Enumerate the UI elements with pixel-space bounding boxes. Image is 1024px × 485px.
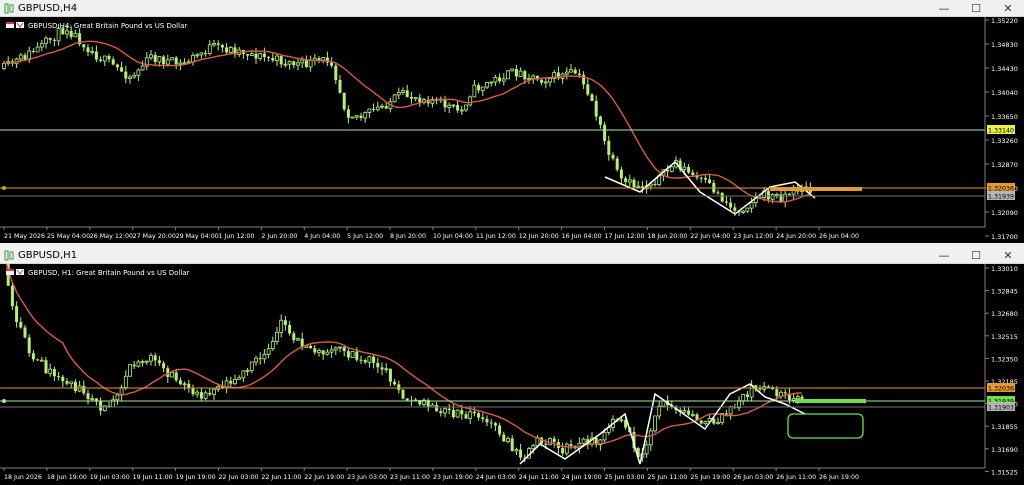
price-chart-h1[interactable]: GBPUSD, H1: Great Britain Pound vs US Do… [0,264,1024,485]
close-button[interactable]: ✕ [992,0,1024,16]
time-tick-label: 23 Jun 03:00 [347,474,387,481]
time-tick-label: 18 Jun 19:00 [47,474,87,481]
price-tick-label: 1.31690 [991,446,1018,454]
price-tick-label: 1.33650 [991,113,1018,121]
symbol-label: GBPUSD, H1: Great Britain Pound vs US Do… [28,269,190,277]
time-tick-label: 25 Jun 03:00 [605,474,645,481]
rectangle-object[interactable] [787,413,864,439]
price-tick-label: 1.32870 [991,161,1018,169]
price-label-gray-text: 1.31903 [988,405,1014,412]
time-tick-label: 5 Jun 12:00 [347,233,383,240]
time-tick-label: 16 Jun 04:00 [562,233,602,240]
candlestick-series [6,264,804,463]
time-tick-label: 22 Jun 04:00 [690,233,730,240]
price-label-gray-text: 1.31939 [988,194,1014,201]
time-tick-label: 29 May 04:00 [176,233,219,240]
time-tick-label: 26 Jun 19:00 [819,474,859,481]
time-tick-label: 26 May 12:00 [90,233,133,240]
time-tick-label: 26 Jun 11:00 [776,474,816,481]
time-tick-label: 19 Jun 11:00 [133,474,173,481]
time-tick-label: 4 Jun 04:00 [304,233,340,240]
price-tick-label: 1.32350 [991,355,1018,363]
time-tick-label: 26 Jun 03:00 [733,474,773,481]
anchor-point[interactable] [2,399,6,403]
maximize-button[interactable]: ☐ [960,0,992,16]
price-tick-label: 1.33260 [991,137,1018,145]
time-tick-label: 10 Jun 04:00 [433,233,473,240]
time-tick-label: 11 Jun 12:00 [476,233,516,240]
close-button[interactable]: ✕ [992,247,1024,263]
time-tick-label: 18 Jun 20:00 [647,233,687,240]
time-tick-label: 23 Jun 19:00 [433,474,473,481]
price-tick-label: 1.31700 [991,233,1018,241]
price-tick-label: 1.34040 [991,89,1018,97]
title-bar-h1[interactable]: GBPUSD,H1 — ☐ ✕ [0,247,1024,264]
time-tick-label: 23 Jun 12:00 [733,233,773,240]
time-tick-label: 22 Jun 19:00 [304,474,344,481]
time-tick-label: 8 Jun 20:00 [390,233,426,240]
anchor-point[interactable] [2,186,6,190]
time-tick-label: 12 Jun 20:00 [519,233,559,240]
time-tick-label: 2 Jun 20:00 [261,233,297,240]
time-tick-label: 25 Jun 11:00 [647,474,687,481]
chart-window-h1[interactable]: GBPUSD,H1 — ☐ ✕ GBPUSD, H1: Great Britai… [0,247,1024,485]
time-tick-label: 18 Jun 2026 [4,474,42,481]
price-label-green-text: 1.33140 [988,128,1014,135]
time-tick-label: 17 Jun 12:00 [605,233,645,240]
time-tick-label: 25 May 04:00 [47,233,90,240]
price-tick-label: 1.32090 [991,209,1018,217]
chart-window-icon [4,3,15,14]
price-tick-label: 1.32515 [991,333,1018,341]
time-tick-label: 19 Jun 19:00 [176,474,216,481]
price-chart-h4[interactable]: GBPUSD,H4: Great Britain Pound vs US Dol… [0,17,1024,243]
time-tick-label: 22 Jun 11:00 [261,474,301,481]
time-tick-label: 24 Jun 11:00 [519,474,559,481]
minimize-button[interactable]: — [928,0,960,16]
time-tick-label: 24 Jun 03:00 [476,474,516,481]
price-tick-label: 1.32680 [991,310,1018,318]
time-tick-label: 21 May 2026 [4,233,45,240]
minimize-button[interactable]: — [928,247,960,263]
time-tick-label: 24 Jun 20:00 [776,233,816,240]
price-tick-label: 1.34430 [991,65,1018,73]
time-tick-label: 27 May 20:00 [133,233,176,240]
moving-average-line [5,264,803,448]
time-tick-label: 26 Jun 04:00 [819,233,859,240]
title-bar-h4[interactable]: GBPUSD,H4 — ☐ ✕ [0,0,1024,17]
maximize-button[interactable]: ☐ [960,247,992,263]
price-tick-label: 1.31855 [991,423,1018,431]
chart-window-h4[interactable]: GBPUSD,H4 — ☐ ✕ GBPUSD,H4: Great Britain… [0,0,1024,243]
moving-average-line [3,40,811,203]
time-tick-label: 1 Jun 12:00 [218,233,254,240]
price-tick-label: 1.35220 [991,17,1018,25]
time-tick-label: 24 Jun 19:00 [562,474,602,481]
price-tick-label: 1.34830 [991,41,1018,49]
time-tick-label: 22 Jun 03:00 [218,474,258,481]
window-title: GBPUSD,H4 [18,2,78,14]
price-label-orange-text: 1.32036 [988,386,1014,393]
time-tick-label: 25 Jun 19:00 [690,474,730,481]
price-tick-label: 1.31525 [991,468,1018,476]
time-tick-label: 19 Jun 03:00 [90,474,130,481]
price-tick-label: 1.32845 [991,288,1018,296]
time-tick-label: 23 Jun 11:00 [390,474,430,481]
chart-window-icon [4,250,15,261]
window-title: GBPUSD,H1 [18,249,78,261]
symbol-label: GBPUSD,H4: Great Britain Pound vs US Dol… [28,22,187,30]
price-tick-label: 1.33010 [991,265,1018,273]
